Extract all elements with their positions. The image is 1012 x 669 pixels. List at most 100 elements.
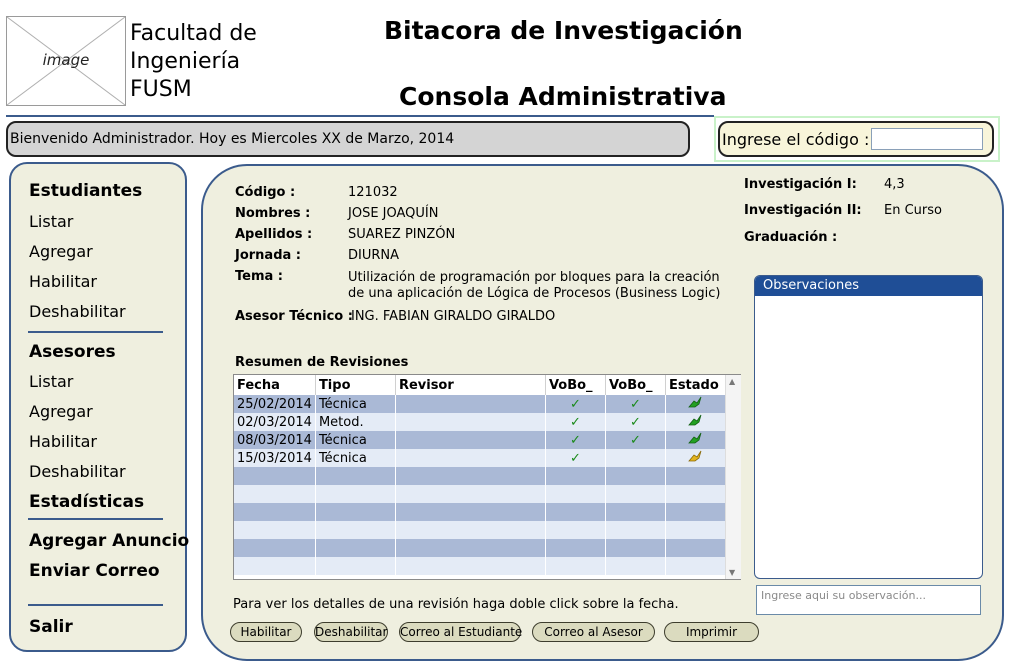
tema-value-line-1: Utilización de programación por bloques … [348,270,720,285]
header-divider [6,115,714,117]
column-header-tipo[interactable]: Tipo [315,375,396,395]
cell-fecha[interactable]: 08/03/2014 [234,431,316,449]
approved-status-icon [665,413,726,431]
graduacion-label: Graduación : [744,230,838,245]
faculty-line-2: Ingeniería [130,49,241,74]
sidebar-menu: Estudiantes Listar Agregar Habilitar Des… [9,162,189,652]
menu-item-salir[interactable]: Salir [29,617,73,637]
approved-status-icon [665,431,726,449]
tema-value-line-2: de una aplicación de Lógica de Procesos … [348,286,721,301]
faculty-name: Facultad de Ingeniería FUSM [130,20,257,104]
vobo-check-icon: ✓ [605,431,666,449]
apellidos-value: SUAREZ PINZÓN [348,227,456,242]
menu-item-asesores-deshabilitar[interactable]: Deshabilitar [29,462,126,481]
console-title: Consola Administrativa [399,82,727,111]
cell-fecha[interactable]: 02/03/2014 [234,413,316,431]
code-search-label: Ingrese el código : [722,130,870,149]
logo-label: image [42,51,90,69]
menu-item-asesores-agregar[interactable]: Agregar [29,402,93,421]
observations-title: Observaciones [755,276,982,296]
cell-fecha[interactable]: 25/02/2014 [234,395,316,413]
menu-item-estadisticas[interactable]: Estadísticas [29,492,144,512]
table-row-empty [234,485,726,503]
menu-divider [28,604,163,606]
menu-item-enviar-correo[interactable]: Enviar Correo [29,561,160,581]
table-row[interactable]: 25/02/2014 Técnica ✓ ✓ [234,395,726,413]
menu-item-estudiantes-deshabilitar[interactable]: Deshabilitar [29,302,126,321]
menu-item-asesores-listar[interactable]: Listar [29,372,73,391]
observations-panel: Observaciones [754,275,983,579]
revisions-table[interactable]: Fecha Tipo Revisor VoBo_ VoBo_ Estado 25… [233,374,741,580]
cell-tipo: Técnica [315,431,396,449]
tema-label: Tema : [235,269,284,284]
table-row-empty [234,503,726,521]
menu-item-estudiantes-listar[interactable]: Listar [29,212,73,231]
asesor-value: ING. FABIAN GIRALDO GIRALDO [351,309,556,324]
vobo-check-icon: ✓ [545,395,606,413]
code-search-input[interactable] [871,128,983,150]
menu-divider [28,518,163,520]
table-row[interactable]: 02/03/2014 Metod. ✓ ✓ [234,413,726,431]
cell-revisor [395,449,546,467]
cell-revisor [395,395,546,413]
nombres-label: Nombres : [235,206,311,221]
table-row[interactable]: 08/03/2014 Técnica ✓ ✓ [234,431,726,449]
cell-tipo: Metod. [315,413,396,431]
cell-revisor [395,431,546,449]
cell-fecha[interactable]: 15/03/2014 [234,449,316,467]
deshabilitar-button[interactable]: Deshabilitar [314,622,388,642]
asesor-label: Asesor Técnico : [235,309,353,324]
column-header-vobo-1[interactable]: VoBo_ [545,375,606,395]
approved-status-icon [665,395,726,413]
app-title: Bitacora de Investigación [384,16,743,45]
correo-asesor-button[interactable]: Correo al Asesor [532,622,655,642]
vobo-check-icon: ✓ [605,413,666,431]
column-header-fecha[interactable]: Fecha [234,375,316,395]
investigacion-1-value: 4,3 [884,177,905,192]
investigacion-1-label: Investigación I: [744,177,857,192]
vobo-check-icon: ✓ [545,431,606,449]
codigo-label: Código : [235,185,296,200]
menu-heading-estudiantes[interactable]: Estudiantes [29,181,142,201]
cell-tipo: Técnica [315,449,396,467]
pending-status-icon [665,449,726,467]
correo-estudiante-button[interactable]: Correo al Estudiante [399,622,522,642]
vobo-check-icon: ✓ [605,395,666,413]
habilitar-button[interactable]: Habilitar [230,622,302,642]
menu-item-estudiantes-habilitar[interactable]: Habilitar [29,272,97,291]
table-header-row: Fecha Tipo Revisor VoBo_ VoBo_ Estado [234,375,726,395]
codigo-value: 121032 [348,185,398,200]
logo-placeholder: image [6,16,126,106]
table-row-empty [234,557,726,575]
menu-item-asesores-habilitar[interactable]: Habilitar [29,432,97,451]
jornada-value: DIURNA [348,248,400,263]
revisions-hint: Para ver los detalles de una revisión ha… [233,597,679,612]
table-scrollbar[interactable]: ▲ ▼ [725,375,741,579]
investigacion-2-label: Investigación II: [744,203,862,218]
menu-item-agregar-anuncio[interactable]: Agregar Anuncio [29,531,189,551]
revisions-title: Resumen de Revisiones [235,355,409,370]
menu-item-estudiantes-agregar[interactable]: Agregar [29,242,93,261]
column-header-estado[interactable]: Estado [665,375,726,395]
vobo-check-icon: ✓ [545,413,606,431]
welcome-bar: Bienvenido Administrador. Hoy es Miercol… [6,121,690,157]
jornada-label: Jornada : [235,248,302,263]
cell-revisor [395,413,546,431]
table-row-empty [234,539,726,557]
cell-tipo: Técnica [315,395,396,413]
investigacion-2-value: En Curso [884,203,942,218]
apellidos-label: Apellidos : [235,227,313,242]
menu-heading-asesores[interactable]: Asesores [29,342,116,362]
table-row[interactable]: 15/03/2014 Técnica ✓ [234,449,726,467]
scroll-up-icon[interactable]: ▲ [729,377,735,386]
column-header-revisor[interactable]: Revisor [395,375,546,395]
menu-divider [28,331,163,333]
table-row-empty [234,467,726,485]
table-row-empty [234,521,726,539]
nombres-value: JOSE JOAQUÍN [348,206,439,221]
faculty-line-3: FUSM [130,77,192,102]
column-header-vobo-2[interactable]: VoBo_ [605,375,666,395]
imprimir-button[interactable]: Imprimir [664,622,759,642]
scroll-down-icon[interactable]: ▼ [729,568,735,577]
observation-input[interactable]: Ingrese aqui su observación... [756,585,981,615]
